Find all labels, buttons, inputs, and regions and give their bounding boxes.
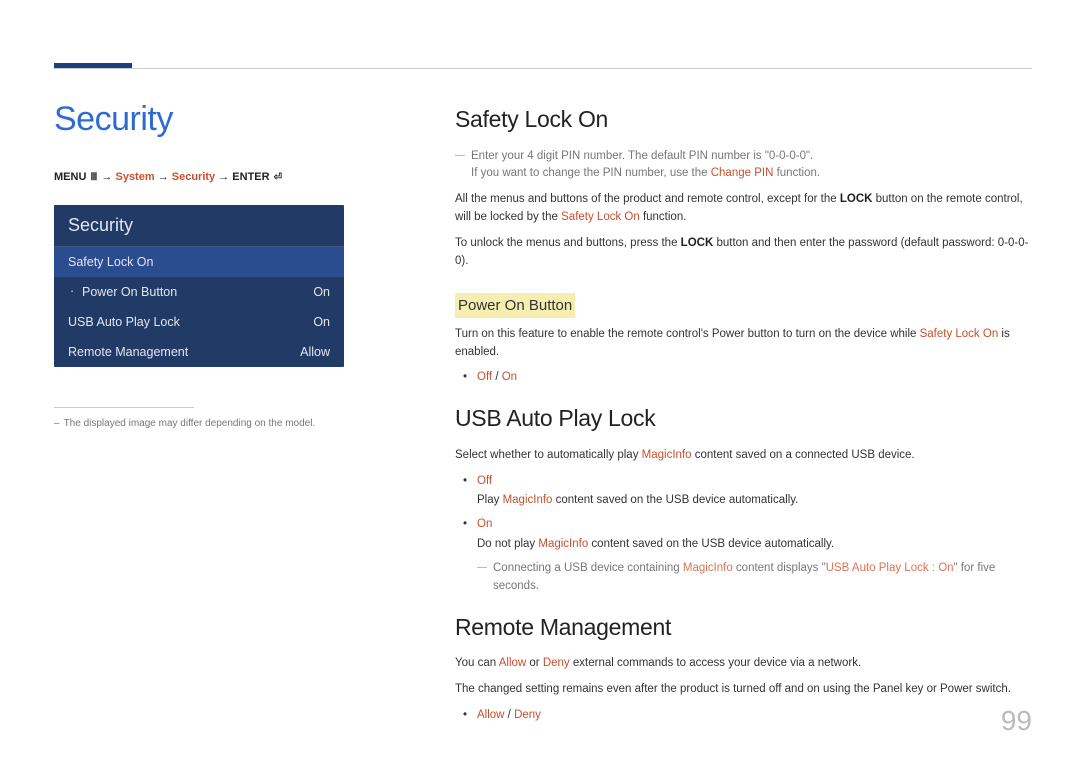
menu-item-label: USB Auto Play Lock [68,315,180,329]
option-off: Off Play MagicInfo content saved on the … [477,473,1031,511]
remote-options: Allow / Deny [455,707,1031,725]
menu-icon: Ⅲ [90,172,97,183]
lock-bold: LOCK [840,193,873,205]
power-on-para: Turn on this feature to enable the remot… [455,326,1031,362]
subheading-power-on-button: Power On Button [455,293,575,318]
option-on: On [502,371,517,383]
option-off-on: Off / On [477,369,1031,387]
left-column: Security MENU Ⅲ → System → Security → EN… [54,100,344,429]
option-on-desc: Do not play MagicInfo content saved on t… [477,536,1031,554]
breadcrumb-arrow: → [158,171,169,183]
menu-item-value: Allow [300,345,330,359]
text: Play [477,494,503,506]
footnote-dash: – [54,418,60,429]
note-pin-default: Enter your 4 digit PIN number. The defau… [455,148,1031,184]
breadcrumb-arrow: → [218,171,229,183]
menu-panel-security: Security Safety Lock On Power On Button … [54,205,344,367]
top-horizontal-rule [54,68,1032,69]
accent-magicinfo: MagicInfo [642,449,692,461]
text: content saved on the USB device automati… [552,494,798,506]
option-label: Off [477,475,492,487]
text: You can [455,657,499,669]
remote-para-1: You can Allow or Deny external commands … [455,655,1031,673]
menu-item-label: Power On Button [68,285,177,299]
menu-item-label: Remote Management [68,345,188,359]
accent: Safety Lock On [561,211,640,223]
option-sep: / [492,371,502,383]
menu-panel-header: Security [54,205,344,247]
right-column: Safety Lock On Enter your 4 digit PIN nu… [455,102,1031,739]
text: Select whether to automatically play [455,449,642,461]
menu-item-usb-auto-play-lock[interactable]: USB Auto Play Lock On [54,307,344,337]
page-number: 99 [1001,705,1032,737]
breadcrumb-enter: ENTER [232,171,269,183]
footnote: –The displayed image may differ dependin… [54,418,344,429]
footnote-text: The displayed image may differ depending… [64,418,316,429]
option-off: Off [477,371,492,383]
usb-connect-note: Connecting a USB device containing Magic… [477,560,1031,596]
accent-magicinfo: MagicInfo [683,562,733,574]
option-on: On Do not play MagicInfo content saved o… [477,516,1031,595]
section-marker-bar [54,63,132,68]
accent-usb-lock-on: USB Auto Play Lock : On [826,562,954,574]
menu-item-label: Safety Lock On [68,255,153,269]
menu-item-remote-management[interactable]: Remote Management Allow [54,337,344,367]
option-sep: / [504,709,514,721]
heading-usb-auto-play-lock: USB Auto Play Lock [455,401,1031,437]
text: content saved on a connected USB device. [692,449,915,461]
heading-remote-management: Remote Management [455,610,1031,646]
breadcrumb-menu: MENU [54,171,86,183]
text: Turn on this feature to enable the remot… [455,328,920,340]
menu-item-value: On [313,285,330,299]
breadcrumb-security: Security [172,171,215,183]
note-line-2-pre: If you want to change the PIN number, us… [471,167,711,179]
accent-allow: Allow [499,657,526,669]
option-allow: Allow [477,709,504,721]
safety-lock-para-1: All the menus and buttons of the product… [455,191,1031,227]
accent-deny: Deny [543,657,570,669]
option-allow-deny: Allow / Deny [477,707,1031,725]
usb-para: Select whether to automatically play Mag… [455,447,1031,465]
heading-safety-lock-on: Safety Lock On [455,102,1031,138]
safety-lock-para-2: To unlock the menus and buttons, press t… [455,235,1031,271]
option-label: On [477,518,492,530]
lock-bold: LOCK [681,237,714,249]
breadcrumb-system: System [115,171,154,183]
menu-item-power-on-button[interactable]: Power On Button On [54,277,344,307]
text: or [526,657,543,669]
menu-item-safety-lock-on[interactable]: Safety Lock On [54,247,344,277]
text: All the menus and buttons of the product… [455,193,840,205]
text: Connecting a USB device containing [493,562,683,574]
power-on-options: Off / On [455,369,1031,387]
accent: Safety Lock On [920,328,999,340]
option-off-desc: Play MagicInfo content saved on the USB … [477,492,1031,510]
text: Do not play [477,538,538,550]
breadcrumb-arrow: → [101,171,112,183]
text: function. [640,211,687,223]
text: external commands to access your device … [570,657,861,669]
breadcrumb: MENU Ⅲ → System → Security → ENTER ⏎ [54,171,344,183]
note-line-2-post: function. [773,167,820,179]
accent-magicinfo: MagicInfo [503,494,553,506]
option-deny: Deny [514,709,541,721]
note-line-2-accent: Change PIN [711,167,774,179]
enter-icon: ⏎ [274,172,282,183]
note-line-1: Enter your 4 digit PIN number. The defau… [471,150,813,162]
text: content saved on the USB device automati… [588,538,834,550]
page-title: Security [54,100,344,139]
text: content displays " [733,562,826,574]
text: To unlock the menus and buttons, press t… [455,237,681,249]
remote-para-2: The changed setting remains even after t… [455,681,1031,699]
accent-magicinfo: MagicInfo [538,538,588,550]
menu-item-value: On [313,315,330,329]
usb-options: Off Play MagicInfo content saved on the … [455,473,1031,596]
footnote-rule [54,407,194,408]
